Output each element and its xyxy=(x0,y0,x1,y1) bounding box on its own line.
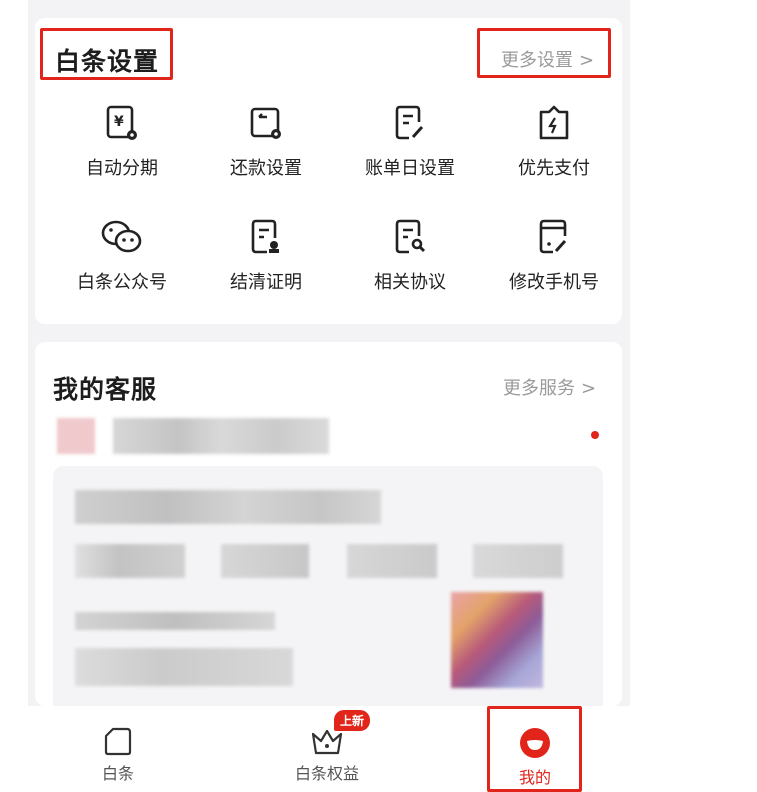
card-icon xyxy=(104,727,132,756)
settings-item-label: 账单日设置 xyxy=(365,158,455,179)
settings-item-label: 结清证明 xyxy=(230,272,302,293)
nav-tab-label: 白条权益 xyxy=(294,764,359,783)
settings-item-wechat-account[interactable]: 白条公众号 xyxy=(62,218,182,294)
blurred-text xyxy=(473,544,563,578)
settings-item-label: 优先支付 xyxy=(518,158,590,179)
highlight-more-settings xyxy=(477,28,611,78)
agreement-search-icon xyxy=(395,219,426,254)
blurred-text xyxy=(347,544,437,578)
blurred-text xyxy=(221,544,309,578)
settings-item-change-phone[interactable]: 修改手机号 xyxy=(494,218,614,294)
settings-item-auto-installment[interactable]: ¥ 自动分期 xyxy=(62,104,182,180)
blurred-service-panel xyxy=(53,466,603,706)
repayment-settings-icon xyxy=(250,107,281,139)
blurred-text xyxy=(75,490,381,524)
customer-service-card: 我的客服 更多服务 > xyxy=(35,342,622,706)
unread-dot xyxy=(591,431,599,439)
blurred-text xyxy=(75,648,293,686)
service-title: 我的客服 xyxy=(53,375,158,404)
priority-payment-icon xyxy=(539,105,569,140)
yen-document-gear-icon: ¥ xyxy=(106,105,137,140)
settings-item-agreements[interactable]: 相关协议 xyxy=(350,218,470,294)
more-services-label: 更多服务 xyxy=(503,378,575,399)
new-badge: 上新 xyxy=(334,710,371,731)
change-phone-icon xyxy=(539,219,567,254)
blurred-image xyxy=(451,592,543,688)
blurred-text xyxy=(75,612,275,630)
nav-tab-benefits[interactable]: 白条权益 上新 xyxy=(252,706,402,784)
settings-item-label: 还款设置 xyxy=(230,158,302,179)
settings-item-label: 白条公众号 xyxy=(77,272,167,293)
blurred-text xyxy=(113,418,329,454)
blurred-avatar xyxy=(57,418,95,454)
nav-tab-baitiao[interactable]: 白条 xyxy=(43,706,193,784)
settings-item-bill-date[interactable]: 账单日设置 xyxy=(350,104,470,180)
bill-edit-icon xyxy=(395,105,424,140)
settlement-certificate-icon xyxy=(251,219,279,254)
blurred-text xyxy=(75,544,185,578)
chevron-right-icon: > xyxy=(581,378,597,399)
settings-item-repayment[interactable]: 还款设置 xyxy=(206,104,326,180)
settings-item-priority-payment[interactable]: 优先支付 xyxy=(494,104,614,180)
wechat-icon xyxy=(101,220,142,253)
highlight-settings-title xyxy=(40,28,173,80)
nav-tab-label: 白条 xyxy=(101,764,134,783)
more-services-link[interactable]: 更多服务 > xyxy=(503,374,596,400)
settings-item-label: 修改手机号 xyxy=(509,272,599,293)
settings-item-settlement-proof[interactable]: 结清证明 xyxy=(206,218,326,294)
highlight-mine-tab xyxy=(487,706,582,792)
settings-item-label: 相关协议 xyxy=(374,272,446,293)
svg-text:¥: ¥ xyxy=(114,114,124,130)
settings-item-label: 自动分期 xyxy=(86,158,158,179)
